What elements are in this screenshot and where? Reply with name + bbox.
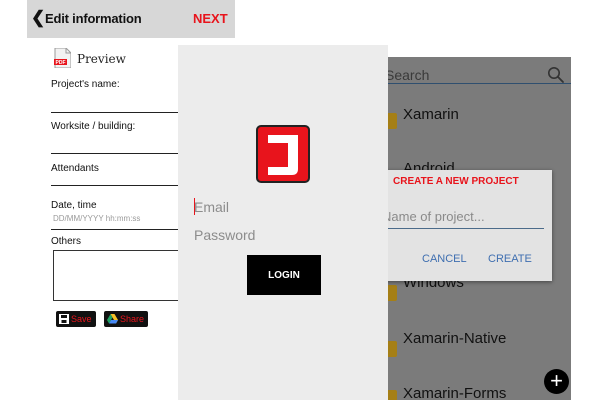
project-name-underline xyxy=(382,228,544,229)
search-icon[interactable] xyxy=(547,66,565,84)
date-time-input[interactable]: DD/MM/YYYY hh:mm:ss xyxy=(53,214,140,223)
drive-icon xyxy=(107,314,118,324)
list-item-xamarin[interactable]: Xamarin xyxy=(403,106,459,123)
login-button[interactable]: LOGIN xyxy=(247,255,321,295)
email-field[interactable]: Email xyxy=(194,199,229,215)
save-label: Save xyxy=(71,314,92,324)
create-button[interactable]: CREATE xyxy=(488,253,532,265)
edit-header: ❮ Edit information NEXT xyxy=(27,0,235,38)
save-button[interactable]: Save xyxy=(56,311,96,327)
search-underline xyxy=(385,83,571,84)
search-input[interactable]: Search xyxy=(385,67,429,83)
password-field[interactable]: Password xyxy=(194,227,255,243)
worksite-label: Worksite / building: xyxy=(51,121,136,132)
others-label: Others xyxy=(51,236,82,247)
cancel-button[interactable]: CANCEL xyxy=(422,253,467,265)
pdf-icon[interactable]: PDF xyxy=(54,48,71,68)
dialog-title: CREATE A NEW PROJECT xyxy=(393,176,519,187)
preview-label[interactable]: Preview xyxy=(77,52,126,66)
create-project-dialog: CREATE A NEW PROJECT Name of project... … xyxy=(378,170,552,281)
edit-title: Edit information xyxy=(45,11,142,26)
svg-text:PDF: PDF xyxy=(56,60,66,66)
plus-icon[interactable]: + xyxy=(544,369,569,394)
app-logo-icon xyxy=(256,125,310,183)
share-label: Share xyxy=(120,314,145,324)
login-screen: Email Password LOGIN xyxy=(178,45,388,400)
share-button[interactable]: Share xyxy=(104,311,149,327)
next-button[interactable]: NEXT xyxy=(193,11,228,26)
project-name-label: Project's name: xyxy=(51,79,120,90)
list-item-xamarin-forms[interactable]: Xamarin-Forms xyxy=(403,385,506,400)
save-icon xyxy=(59,314,69,324)
project-name-input[interactable]: Name of project... xyxy=(382,209,485,224)
attendants-label: Attendants xyxy=(51,163,99,174)
chevron-left-icon[interactable]: ❮ xyxy=(31,9,45,27)
date-time-label: Date, time xyxy=(51,200,97,211)
list-item-xamarin-native[interactable]: Xamarin-Native xyxy=(403,330,506,347)
